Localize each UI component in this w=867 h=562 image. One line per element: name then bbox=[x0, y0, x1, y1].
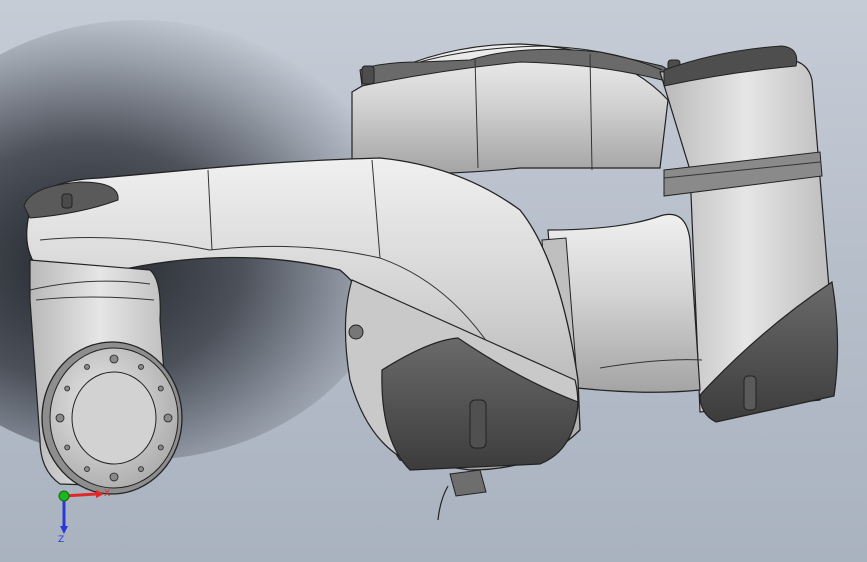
bolt-hole bbox=[138, 363, 144, 370]
x-axis-label: X bbox=[104, 489, 110, 499]
robot-arm-model[interactable] bbox=[0, 0, 867, 562]
bolt-hole bbox=[109, 354, 119, 364]
bolt-hole bbox=[138, 466, 144, 473]
z-axis-label: Z bbox=[58, 535, 64, 545]
z-axis-head bbox=[60, 526, 68, 534]
bolt-hole bbox=[157, 385, 164, 392]
bolt-hole bbox=[84, 466, 90, 473]
bolt-hole bbox=[55, 413, 65, 423]
y-axis-dot bbox=[58, 490, 70, 502]
bolt-hole bbox=[157, 444, 164, 451]
bolt-hole bbox=[163, 413, 173, 423]
tool-flange[interactable] bbox=[41, 341, 183, 495]
bolt-hole bbox=[64, 385, 71, 392]
bolt-hole bbox=[84, 363, 90, 370]
orientation-triad: X Z bbox=[58, 489, 110, 545]
x-axis-head bbox=[96, 490, 104, 498]
rear-arm-link[interactable] bbox=[351, 43, 681, 175]
bolt-hole bbox=[109, 472, 119, 482]
bolt-hole bbox=[64, 444, 71, 451]
cad-viewport[interactable]: X Z bbox=[0, 0, 867, 562]
